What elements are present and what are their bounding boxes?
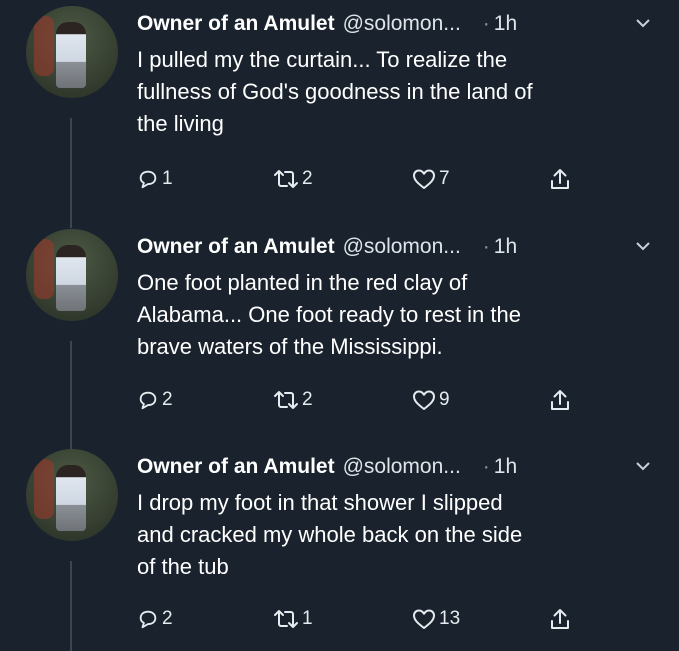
like-button[interactable]: 7 bbox=[412, 164, 450, 194]
separator-dot: · bbox=[482, 455, 490, 478]
retweet-button[interactable]: 1 bbox=[273, 604, 313, 634]
timestamp[interactable]: 1h bbox=[494, 449, 517, 485]
share-icon bbox=[551, 390, 569, 410]
reply-icon bbox=[139, 170, 157, 189]
reply-button[interactable]: 1 bbox=[137, 164, 173, 194]
author-handle[interactable]: @solomon... bbox=[343, 6, 461, 42]
tweet-text-line: and cracked my whole back on the side bbox=[137, 522, 523, 547]
share-button[interactable] bbox=[549, 604, 571, 634]
thread-connector-line bbox=[70, 118, 72, 228]
author-name[interactable]: Owner of an Amulet bbox=[137, 229, 335, 265]
separator-dot: · bbox=[482, 12, 490, 35]
share-icon bbox=[551, 609, 569, 629]
retweet-icon bbox=[274, 170, 298, 188]
retweet-count: 2 bbox=[302, 389, 313, 410]
like-count: 9 bbox=[439, 389, 450, 410]
retweet-button[interactable]: 2 bbox=[273, 385, 313, 415]
author-handle[interactable]: @solomon... bbox=[343, 449, 461, 485]
separator-dot: · bbox=[482, 235, 490, 258]
timestamp[interactable]: 1h bbox=[494, 229, 517, 265]
tweet-text-line: fullness of God's goodness in the land o… bbox=[137, 79, 533, 104]
tweet-header: Owner of an Amulet @solomon... · 1h bbox=[137, 449, 657, 485]
like-button[interactable]: 13 bbox=[412, 604, 460, 634]
tweet-text-line: of the tub bbox=[137, 554, 229, 579]
tweet-text: I pulled my the curtain... To realize th… bbox=[137, 44, 657, 140]
author-name[interactable]: Owner of an Amulet bbox=[137, 6, 335, 42]
timestamp[interactable]: 1h bbox=[494, 6, 517, 42]
chevron-down-icon[interactable] bbox=[635, 238, 651, 254]
reply-count: 2 bbox=[162, 389, 173, 410]
reply-icon bbox=[139, 610, 157, 629]
tweet-text-line: the living bbox=[137, 111, 224, 136]
tweet-text: I drop my foot in that shower I slipped … bbox=[137, 487, 657, 583]
tweet-text-line: brave waters of the Mississippi. bbox=[137, 334, 443, 359]
author-handle[interactable]: @solomon... bbox=[343, 229, 461, 265]
share-button[interactable] bbox=[549, 385, 571, 415]
tweet-text-line: Alabama... One foot ready to rest in the bbox=[137, 302, 521, 327]
retweet-button[interactable]: 2 bbox=[273, 164, 313, 194]
reply-count: 1 bbox=[162, 168, 173, 189]
share-icon bbox=[551, 169, 569, 189]
chevron-down-icon[interactable] bbox=[635, 458, 651, 474]
like-button[interactable]: 9 bbox=[412, 385, 450, 415]
retweet-count: 1 bbox=[302, 608, 313, 629]
like-count: 7 bbox=[439, 168, 450, 189]
avatar[interactable] bbox=[26, 6, 118, 98]
thread-connector-line bbox=[70, 561, 72, 651]
tweet-text: One foot planted in the red clay of Alab… bbox=[137, 267, 657, 363]
tweet-header: Owner of an Amulet @solomon... · 1h bbox=[137, 229, 657, 265]
chevron-down-icon[interactable] bbox=[635, 15, 651, 31]
tweet-actions: 1 2 7 bbox=[137, 164, 587, 194]
heart-icon bbox=[413, 390, 435, 410]
tweet-text-line: I drop my foot in that shower I slipped bbox=[137, 490, 503, 515]
reply-button[interactable]: 2 bbox=[137, 385, 173, 415]
retweet-count: 2 bbox=[302, 168, 313, 189]
retweet-icon bbox=[274, 610, 298, 628]
author-name[interactable]: Owner of an Amulet bbox=[137, 449, 335, 485]
like-count: 13 bbox=[439, 608, 461, 629]
heart-icon bbox=[413, 169, 435, 189]
tweet-text-line: One foot planted in the red clay of bbox=[137, 270, 468, 295]
avatar[interactable] bbox=[26, 229, 118, 321]
reply-icon bbox=[139, 391, 157, 410]
tweet-text-line: I pulled my the curtain... To realize th… bbox=[137, 47, 508, 72]
avatar[interactable] bbox=[26, 449, 118, 541]
tweet-actions: 2 1 13 bbox=[137, 604, 587, 634]
tweet-actions: 2 2 9 bbox=[137, 385, 587, 415]
reply-button[interactable]: 2 bbox=[137, 604, 173, 634]
heart-icon bbox=[413, 609, 435, 629]
tweet-header: Owner of an Amulet @solomon... · 1h bbox=[137, 6, 657, 42]
retweet-icon bbox=[274, 391, 298, 409]
reply-count: 2 bbox=[162, 608, 173, 629]
share-button[interactable] bbox=[549, 164, 571, 194]
thread-connector-line bbox=[70, 341, 72, 451]
